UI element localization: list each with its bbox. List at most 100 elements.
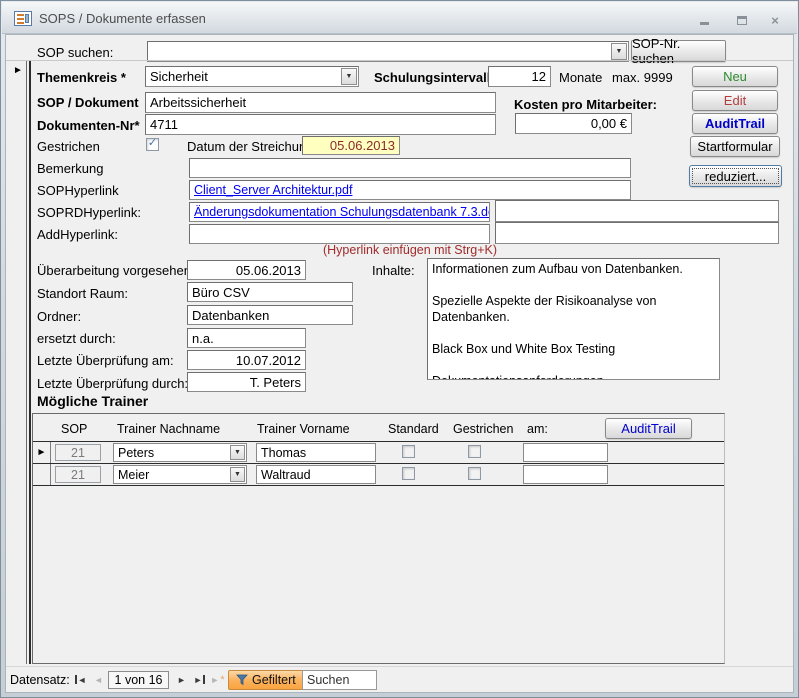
last-record-button[interactable]: ►: [191, 671, 208, 688]
datum-streichung-label: Datum der Streichung:: [187, 139, 317, 154]
themenkreis-value: Sicherheit: [150, 69, 208, 84]
soprd-hyperlink-field[interactable]: Änderungsdokumentation Schulungsdatenban…: [189, 202, 490, 222]
column-header-sop: SOP: [61, 422, 87, 436]
asterisk-icon: *: [220, 674, 224, 686]
edit-button[interactable]: Edit: [692, 90, 778, 111]
trainer-subform: SOP Trainer Nachname Trainer Vorname Sta…: [32, 413, 725, 664]
column-header-nachname: Trainer Nachname: [117, 422, 220, 436]
ueberarbeitung-field[interactable]: 05.06.2013: [187, 260, 306, 280]
add-hyperlink-label: AddHyperlink:: [37, 227, 118, 242]
form-icon: [14, 11, 32, 26]
soprd-hyperlink-link[interactable]: Änderungsdokumentation Schulungsdatenban…: [194, 205, 490, 219]
gestrichen-checkbox[interactable]: [468, 467, 481, 480]
trainer-am-field[interactable]: [523, 443, 608, 462]
next-record-button[interactable]: ►: [173, 671, 190, 688]
startformular-button[interactable]: Startformular: [690, 136, 780, 157]
search-input[interactable]: Suchen: [302, 670, 377, 690]
schulungsintervall-field[interactable]: 12: [488, 66, 551, 87]
ordner-label: Ordner:: [37, 309, 81, 324]
soprd-hyperlink-field-2[interactable]: [495, 200, 779, 222]
current-record-arrow-icon: ►: [37, 447, 47, 458]
maximize-button[interactable]: [731, 12, 753, 28]
trainer-nachname-value: Peters: [118, 446, 154, 460]
datum-streichung-field[interactable]: 05.06.2013: [302, 136, 400, 155]
inhalte-field[interactable]: Informationen zum Aufbau von Datenbanken…: [427, 258, 720, 380]
sop-dokument-field[interactable]: Arbeitssicherheit: [145, 92, 496, 113]
first-record-button[interactable]: ◄: [72, 671, 89, 688]
chevron-down-icon[interactable]: ▼: [230, 467, 245, 482]
sop-hyperlink-link[interactable]: Client_Server Architektur.pdf: [194, 183, 352, 197]
neu-button[interactable]: Neu: [692, 66, 778, 87]
record-selector-bar[interactable]: ►: [10, 61, 27, 664]
bemerkung-field[interactable]: [189, 158, 631, 178]
trainer-nachname-combobox[interactable]: Meier ▼: [113, 465, 247, 484]
audittrail-button[interactable]: AuditTrail: [692, 113, 778, 134]
kosten-field[interactable]: 0,00 €: [515, 113, 632, 134]
arrow-right-icon: ►: [177, 675, 186, 685]
max-note-label: max. 9999: [612, 70, 673, 85]
standard-checkbox[interactable]: [402, 467, 415, 480]
column-header-standard: Standard: [388, 422, 439, 436]
header-separator: [33, 441, 724, 442]
trainer-sop-field: 21: [55, 466, 101, 483]
themenkreis-label: Themenkreis *: [37, 70, 126, 85]
chevron-down-icon[interactable]: ▼: [230, 445, 245, 460]
record-position-field[interactable]: 1 von 16: [108, 671, 169, 689]
checkmark-icon: ✓: [148, 138, 157, 149]
trainer-vorname-field[interactable]: Thomas: [256, 443, 376, 462]
add-hyperlink-field[interactable]: [189, 224, 490, 244]
chevron-down-icon[interactable]: ▼: [611, 43, 627, 60]
bemerkung-label: Bemerkung: [37, 161, 103, 176]
sop-suchen-combobox[interactable]: ▼: [147, 41, 629, 62]
add-hyperlink-field-2[interactable]: [495, 222, 779, 244]
monate-label: Monate: [559, 70, 602, 85]
close-button[interactable]: ×: [764, 12, 786, 28]
header-divider: [6, 60, 793, 61]
bar-icon: [203, 675, 205, 684]
maximize-icon: [737, 16, 747, 25]
minimize-icon: [700, 22, 709, 25]
arrow-right-icon: ►: [210, 675, 219, 685]
dokumenten-nr-field[interactable]: 4711: [145, 114, 496, 135]
standort-field[interactable]: Büro CSV: [187, 282, 353, 302]
ersetzt-field[interactable]: n.a.: [187, 328, 306, 348]
sop-hyperlink-field[interactable]: Client_Server Architektur.pdf: [189, 180, 631, 200]
trainer-sop-field: 21: [55, 444, 101, 461]
form-icon-box: [25, 14, 29, 23]
close-icon: ×: [771, 13, 779, 28]
arrow-left-icon: ◄: [78, 675, 87, 685]
chevron-down-icon[interactable]: ▼: [341, 68, 357, 85]
hyperlink-hint: (Hyperlink einfügen mit Strg+K): [189, 243, 631, 257]
sop-nr-suchen-button[interactable]: SOP-Nr. suchen: [631, 40, 726, 62]
minimize-button[interactable]: [693, 12, 715, 28]
letzte-ueberpruefung-am-field[interactable]: 10.07.2012: [187, 350, 306, 370]
title-bar: SOPS / Dokumente erfassen ×: [2, 2, 797, 34]
datensatz-label: Datensatz:: [10, 673, 70, 687]
arrow-left-icon: ◄: [94, 675, 103, 685]
column-header-gestrichen: Gestrichen: [453, 422, 513, 436]
trainer-nachname-combobox[interactable]: Peters ▼: [113, 443, 247, 462]
sop-suchen-label: SOP suchen:: [37, 45, 113, 60]
themenkreis-combobox[interactable]: Sicherheit ▼: [145, 66, 359, 87]
gestrichen-checkbox[interactable]: [468, 445, 481, 458]
standard-checkbox[interactable]: [402, 445, 415, 458]
trainer-audittrail-button[interactable]: AuditTrail: [605, 418, 692, 439]
gestrichen-label: Gestrichen: [37, 139, 100, 154]
letzte-ueberpruefung-am-label: Letzte Überprüfung am:: [37, 353, 174, 368]
reduziert-button[interactable]: reduziert...: [689, 165, 782, 187]
previous-record-button[interactable]: ◄: [90, 671, 107, 688]
dokumenten-nr-label: Dokumenten-Nr*: [37, 118, 140, 133]
row-selector[interactable]: ►: [33, 442, 51, 463]
filtered-button[interactable]: Gefiltert: [228, 670, 304, 690]
row-selector[interactable]: [33, 464, 51, 485]
letzte-ueberpruefung-durch-label: Letzte Überprüfung durch:: [37, 376, 188, 391]
letzte-ueberpruefung-durch-field[interactable]: T. Peters: [187, 372, 306, 392]
form-icon-line: [17, 14, 24, 16]
gestrichen-checkbox[interactable]: ✓: [146, 138, 159, 151]
inhalte-label: Inhalte:: [372, 263, 415, 278]
ordner-field[interactable]: Datenbanken: [187, 305, 353, 325]
trainer-am-field[interactable]: [523, 465, 608, 484]
new-record-button[interactable]: ►*: [209, 671, 226, 688]
trainer-vorname-field[interactable]: Waltraud: [256, 465, 376, 484]
arrow-right-icon: ►: [194, 675, 203, 685]
